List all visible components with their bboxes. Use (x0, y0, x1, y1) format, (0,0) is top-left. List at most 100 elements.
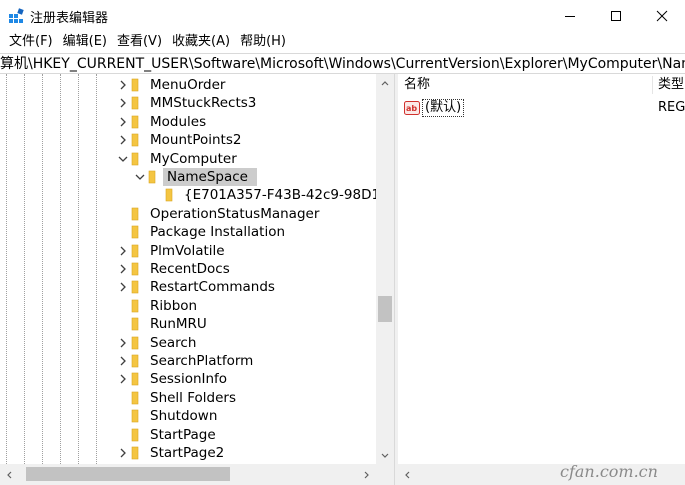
folder-icon (131, 115, 139, 129)
tree-item[interactable]: MyComputer (0, 150, 376, 168)
tree-item[interactable]: MMStuckRects3 (0, 94, 376, 112)
folder-icon (131, 428, 139, 441)
tree-item[interactable]: RunMRU (0, 315, 376, 333)
tree-item[interactable]: MountPoints2 (0, 131, 376, 149)
close-button[interactable] (639, 0, 685, 32)
chevron-up-icon (381, 80, 389, 85)
tree-item-label: StartPage2 (150, 445, 225, 461)
tree-horizontal-scrollbar[interactable] (0, 464, 376, 485)
folder-icon (131, 317, 139, 331)
menu-bar: 文件(F) 编辑(E) 查看(V) 收藏夹(A) 帮助(H) (0, 32, 685, 52)
chevron-right-icon[interactable] (116, 354, 130, 368)
minimize-button[interactable] (547, 0, 593, 32)
tree-item-label: Shutdown (150, 408, 218, 425)
scrollbar-corner (376, 464, 394, 485)
chevron-down-icon[interactable] (133, 170, 147, 184)
tree-vertical-scroll-thumb[interactable] (378, 296, 392, 322)
tree-item[interactable]: SessionInfo (0, 370, 376, 388)
tree-item-label: {E701A357-F43B-42c9-98D1-9 (184, 187, 394, 204)
svg-text:ab: ab (406, 104, 417, 113)
minimize-icon (565, 16, 575, 17)
tree-item[interactable]: RecentDocs (0, 260, 376, 278)
tree-item[interactable]: OperationStatusManager (0, 205, 376, 223)
folder-icon (131, 336, 139, 349)
menu-edit[interactable]: 编辑(E) (58, 32, 112, 52)
folder-icon (131, 133, 139, 147)
maximize-icon (611, 11, 621, 21)
scroll-down-button[interactable] (376, 447, 394, 464)
menu-help[interactable]: 帮助(H) (235, 32, 291, 52)
tree-item[interactable]: SearchPlatform (0, 352, 376, 370)
chevron-right-icon[interactable] (116, 280, 130, 294)
menu-file[interactable]: 文件(F) (4, 32, 58, 52)
address-bar[interactable]: 算机\HKEY_CURRENT_USER\Software\Microsoft\… (0, 53, 685, 74)
tree-item-label: NameSpace (167, 169, 248, 185)
tree-item[interactable]: Modules (0, 113, 376, 131)
tree-item[interactable]: Package Installation (0, 223, 376, 241)
tree-item[interactable]: RestartCommands (0, 278, 376, 296)
chevron-right-icon[interactable] (116, 133, 130, 147)
chevron-right-icon (364, 471, 369, 478)
chevron-right-icon[interactable] (116, 372, 130, 386)
tree-item[interactable]: StartPage2 (0, 444, 376, 462)
folder-icon (131, 207, 139, 221)
column-header-type[interactable]: 类型 (658, 74, 684, 96)
folder-open-icon (131, 152, 139, 165)
chevron-right-icon[interactable] (116, 262, 130, 276)
window-title: 注册表编辑器 (30, 11, 109, 26)
tree-item[interactable]: Ribbon (0, 297, 376, 315)
tree-item-label: OperationStatusManager (150, 205, 320, 222)
chevron-down-icon (381, 453, 389, 458)
chevron-right-icon[interactable] (116, 115, 130, 129)
folder-icon (131, 391, 139, 405)
value-row[interactable]: ab (默认) REG (398, 98, 685, 118)
tree-item-label: SessionInfo (150, 371, 228, 388)
chevron-right-icon[interactable] (116, 336, 130, 350)
tree-item[interactable]: PlmVolatile (0, 242, 376, 260)
chevron-right-icon[interactable] (116, 446, 130, 460)
scroll-up-button[interactable] (376, 74, 394, 91)
watermark: cfan.com.cn (560, 462, 658, 481)
chevron-down-icon[interactable] (116, 152, 130, 166)
value-name[interactable]: (默认) (422, 99, 465, 117)
tree-horizontal-scroll-thumb[interactable] (26, 467, 230, 481)
column-separator[interactable] (652, 76, 653, 94)
tree-item-label: MenuOrder (150, 77, 226, 93)
chevron-right-icon[interactable] (116, 244, 130, 258)
tree-item-label: Shell Folders (150, 389, 236, 406)
tree-item-label: MyComputer (150, 150, 237, 167)
folder-icon (131, 373, 139, 386)
chevron-right-icon[interactable] (116, 78, 130, 92)
tree-item[interactable]: StartPage (0, 426, 376, 444)
tree-item-label: Modules (150, 113, 207, 130)
menu-favorites[interactable]: 收藏夹(A) (167, 32, 235, 52)
folder-icon (131, 225, 139, 239)
scroll-right-button[interactable] (358, 466, 376, 483)
tree-item[interactable]: MenuOrder (0, 76, 376, 94)
maximize-button[interactable] (593, 0, 639, 32)
tree-item[interactable]: {E701A357-F43B-42c9-98D1-9 (0, 186, 394, 204)
key-tree: MenuOrder MMStuckRects3 Modules MountPoints… (0, 74, 394, 464)
folder-icon (165, 189, 173, 202)
menu-view[interactable]: 查看(V) (112, 32, 167, 52)
title-bar: 注册表编辑器 (0, 0, 685, 32)
tree-item[interactable]: NameSpace (0, 168, 376, 186)
chevron-right-icon[interactable] (116, 96, 130, 110)
tree-item-label: Search (150, 334, 197, 351)
folder-icon (131, 281, 139, 294)
tree-item-label: StartPage (150, 426, 216, 443)
values-scroll-left-button[interactable] (398, 466, 416, 483)
tree-item[interactable]: Shutdown (0, 407, 376, 425)
folder-icon (131, 409, 139, 423)
registry-editor-icon (9, 8, 24, 23)
tree-item-label: MMStuckRects3 (150, 95, 257, 112)
tree-vertical-scrollbar[interactable] (376, 74, 394, 464)
column-header-name[interactable]: 名称 (404, 74, 430, 96)
scroll-left-button[interactable] (0, 466, 18, 483)
folder-open-icon (148, 170, 156, 184)
tree-item-label: RecentDocs (150, 261, 230, 277)
tree-item[interactable]: Search (0, 334, 376, 352)
tree-item[interactable]: Shell Folders (0, 389, 376, 407)
tree-item-label: MountPoints2 (150, 132, 242, 149)
address-path[interactable]: 算机\HKEY_CURRENT_USER\Software\Microsoft\… (0, 55, 685, 73)
